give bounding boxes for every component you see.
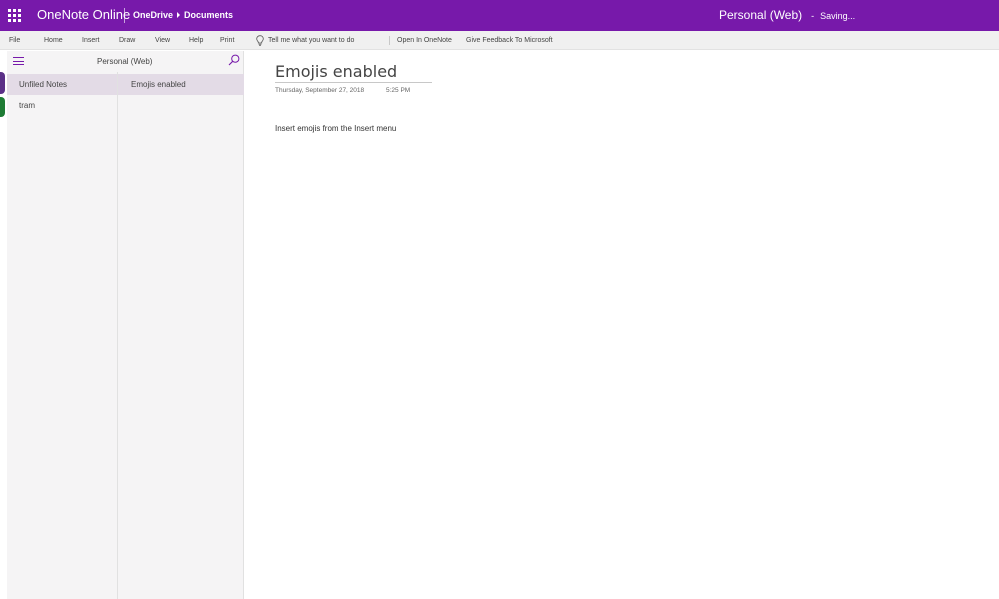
- breadcrumb: OneDrive Documents: [133, 10, 233, 20]
- section-list: Unfiled Notes tram: [7, 74, 117, 116]
- section-item-tram[interactable]: tram: [7, 95, 117, 116]
- give-feedback-button[interactable]: Give Feedback To Microsoft: [466, 37, 553, 44]
- top-bar: OneNote Online OneDrive Documents Person…: [0, 0, 999, 31]
- menu-print[interactable]: Print: [220, 37, 234, 44]
- page-list: Emojis enabled: [118, 74, 244, 95]
- page-date: Thursday, September 27, 2018: [275, 87, 365, 94]
- menu-divider: [389, 36, 390, 45]
- lightbulb-icon: [256, 35, 264, 46]
- section-item-unfiled-notes[interactable]: Unfiled Notes: [7, 74, 117, 95]
- menu-file[interactable]: File: [9, 37, 20, 44]
- title-underline: [275, 82, 432, 83]
- nav-header: Personal (Web): [7, 51, 244, 72]
- save-status: Saving...: [820, 11, 856, 21]
- tell-me-search[interactable]: Tell me what you want to do: [268, 37, 354, 44]
- hamburger-icon[interactable]: [13, 57, 24, 65]
- breadcrumb-onedrive[interactable]: OneDrive: [133, 10, 173, 20]
- chevron-right-icon: [177, 12, 181, 18]
- menu-draw[interactable]: Draw: [119, 37, 135, 44]
- menu-home[interactable]: Home: [44, 37, 63, 44]
- menu-insert[interactable]: Insert: [82, 37, 100, 44]
- notebook-title[interactable]: Personal (Web): [97, 57, 152, 66]
- page-item-emojis-enabled[interactable]: Emojis enabled: [118, 74, 244, 95]
- open-in-onenote-button[interactable]: Open In OneNote: [397, 37, 452, 44]
- notebook-tab-purple[interactable]: [0, 72, 5, 94]
- app-title[interactable]: OneNote Online: [37, 7, 130, 22]
- notebook-name[interactable]: Personal (Web): [719, 8, 802, 22]
- column-divider: [117, 72, 118, 599]
- menu-bar: File Home Insert Draw View Help Print Te…: [0, 31, 999, 50]
- search-icon[interactable]: [228, 54, 240, 66]
- page-title[interactable]: Emojis enabled: [275, 62, 397, 81]
- page-time: 5:25 PM: [386, 87, 411, 94]
- app-launcher-button[interactable]: [0, 0, 28, 31]
- menu-view[interactable]: View: [155, 37, 170, 44]
- menu-help[interactable]: Help: [189, 37, 203, 44]
- notebook-tab-green[interactable]: [0, 97, 5, 117]
- title-divider: [124, 8, 125, 23]
- page-canvas[interactable]: Emojis enabled Thursday, September 27, 2…: [245, 51, 999, 599]
- status-separator: -: [811, 11, 815, 21]
- waffle-icon: [7, 9, 21, 22]
- notebook-status: Personal (Web) - Saving...: [719, 8, 855, 22]
- breadcrumb-documents[interactable]: Documents: [184, 10, 233, 20]
- navigation-pane: Personal (Web) Unfiled Notes tram Emojis…: [7, 51, 244, 599]
- page-body-text[interactable]: Insert emojis from the Insert menu: [275, 124, 396, 133]
